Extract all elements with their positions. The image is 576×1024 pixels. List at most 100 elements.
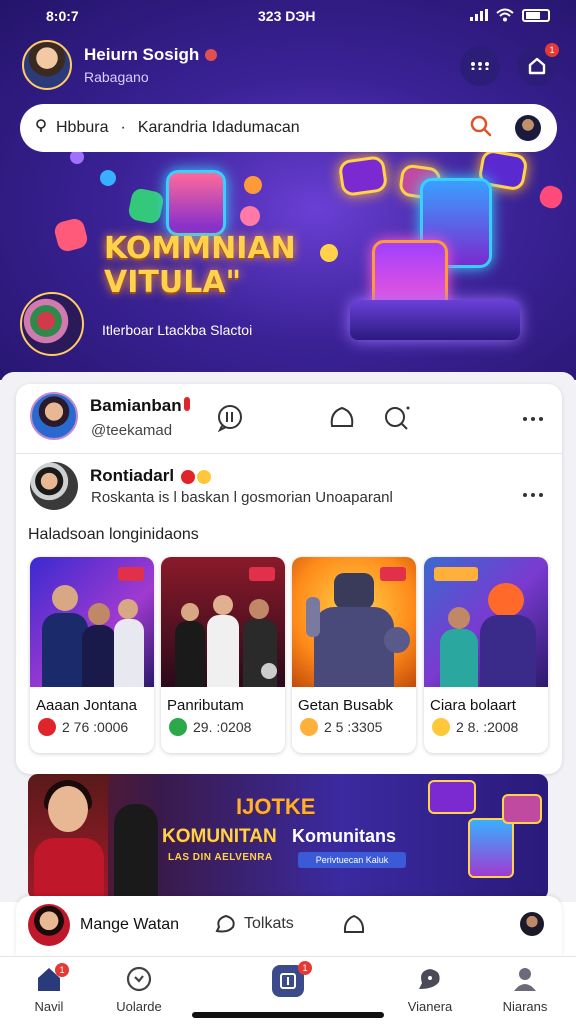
post-menu-button[interactable]: [522, 406, 544, 427]
content-card[interactable]: Panributam 29. :0208: [161, 557, 285, 753]
comment-icon: [215, 914, 235, 933]
composer-bar: Mange Watan Tolkats: [16, 896, 562, 956]
decor-icon: [127, 187, 165, 225]
heart-icon: [38, 718, 56, 736]
nav-label: Niarans: [502, 999, 548, 1014]
content-image: [424, 557, 548, 687]
more-options-button[interactable]: [460, 46, 500, 86]
chat-button[interactable]: [328, 404, 356, 438]
reaction-count: 2 5 :3305: [324, 719, 383, 735]
smile-icon: [169, 718, 187, 736]
post-menu-button[interactable]: [522, 478, 544, 504]
avatar[interactable]: [30, 462, 78, 510]
post-description: Roskanta is l baskan l gosmorian Unoapar…: [91, 489, 393, 506]
reaction-count: 29. :0208: [193, 719, 252, 735]
content-image: [161, 557, 285, 687]
user-icon: [514, 968, 536, 991]
status-icons: [470, 8, 550, 22]
promo-banner[interactable]: IJOTKE KOMUNITAN Komunitans LAS DIN AELV…: [28, 774, 548, 900]
status-bar: 8:0:7 323 DЭН: [0, 6, 576, 26]
hero-subtitle: Itlerboar Ltackba Slactoi: [102, 322, 253, 338]
banner-tag: Perivtuecan Kaluk: [298, 852, 406, 868]
avatar[interactable]: [30, 392, 78, 440]
content-title: Getan Busabk: [298, 697, 394, 714]
nav-item-create[interactable]: 1: [243, 961, 333, 1003]
hero-platform: [350, 300, 520, 340]
search-icon: [470, 115, 492, 136]
user-subtitle: Rabagano: [84, 69, 149, 85]
content-title: Aaaan Jontana: [36, 697, 137, 714]
user-name: Heiurn Sosigh: [84, 45, 200, 64]
dots-icon: [471, 62, 489, 70]
decor-icon: [240, 206, 260, 226]
search-input[interactable]: Karandria Idadumacan: [138, 119, 300, 137]
angry-emoji-icon: [180, 469, 195, 484]
live-indicator: [183, 397, 190, 411]
notifications-button[interactable]: 1: [517, 43, 559, 86]
comment-bubble-icon: [217, 405, 242, 433]
live-tag: [434, 567, 478, 581]
search-small-icon: [36, 118, 48, 138]
nav-label: Uolarde: [116, 999, 162, 1014]
share-icon: [343, 914, 365, 933]
smile-emoji-icon: [196, 469, 211, 484]
decor-icon: [52, 216, 90, 254]
search-avatar-icon[interactable]: [515, 115, 541, 141]
profile-icon[interactable]: [520, 912, 544, 936]
decor-icon: [536, 182, 566, 212]
hero-card-image: [166, 170, 226, 236]
nav-item-viewers[interactable]: Vianera: [385, 965, 475, 1014]
content-card[interactable]: Ciara bolaart 2 8. :2008: [424, 557, 548, 753]
live-tag: [118, 567, 144, 581]
content-card[interactable]: Getan Busabk 2 5 :3305: [292, 557, 416, 753]
search-post-button[interactable]: [382, 404, 412, 438]
share-button[interactable]: [342, 912, 366, 941]
search-button[interactable]: [469, 114, 493, 143]
live-tag: [249, 567, 275, 581]
reaction-count: 2 76 :0006: [62, 719, 129, 735]
verified-badge: [205, 49, 218, 61]
notification-badge: 1: [545, 43, 559, 57]
search-prefix: Hbbura: [56, 119, 109, 136]
post-caption: Haladsoan longinidaons: [28, 526, 199, 543]
post-user-handle: @teekamad: [91, 422, 173, 439]
avatar[interactable]: [28, 904, 70, 946]
banner-person-image: [28, 774, 108, 900]
chat-bubble-icon: [419, 969, 440, 989]
comment-button[interactable]: Tolkats: [214, 912, 294, 936]
battery-icon: [522, 8, 550, 22]
post-user-name: Rontiadarl: [90, 466, 175, 485]
banner-card-image: [468, 818, 514, 878]
nav-item-updates[interactable]: Uolarde: [94, 965, 184, 1014]
banner-main-text: KOMUNITAN: [162, 826, 277, 847]
content-card[interactable]: Aaaan Jontana 2 76 :0006: [30, 557, 154, 753]
bell-icon: [528, 57, 546, 75]
nav-item-home[interactable]: 1 Navil: [4, 963, 94, 1014]
magnify-icon: [385, 406, 410, 430]
hero-card-image: [337, 154, 389, 198]
hero-avatar[interactable]: [20, 292, 84, 356]
nav-badge: 1: [55, 963, 69, 977]
avatar[interactable]: [22, 40, 72, 90]
content-title: Panributam: [167, 697, 244, 714]
nav-item-profile[interactable]: Niarans: [480, 965, 570, 1014]
decor-icon: [100, 170, 116, 186]
user-profile[interactable]: Heiurn Sosigh Rabagano: [22, 40, 218, 90]
wow-icon: [432, 718, 450, 736]
content-title: Ciara bolaart: [430, 697, 516, 714]
header-area: 8:0:7 323 DЭН Heiurn Sosigh Rabagano 1 K…: [0, 0, 576, 380]
banner-top-text: IJOTKE: [236, 794, 316, 819]
nav-label: Vianera: [407, 999, 453, 1014]
banner-silhouette-image: [114, 804, 158, 900]
reaction-count: 2 8. :2008: [456, 719, 519, 735]
laugh-icon: [300, 718, 318, 736]
ellipsis-icon: [523, 493, 543, 497]
post-user-name: Bamianban: [90, 396, 182, 415]
nav-label: Navil: [34, 999, 64, 1014]
signal-icon: [470, 9, 488, 21]
banner-small-text: LAS DIN AELVENRA: [168, 852, 273, 863]
decor-icon: [317, 241, 341, 265]
search-bar[interactable]: Hbbura · Karandria Idadumacan: [20, 104, 557, 152]
share-button[interactable]: [216, 404, 244, 438]
live-tag: [380, 567, 406, 581]
